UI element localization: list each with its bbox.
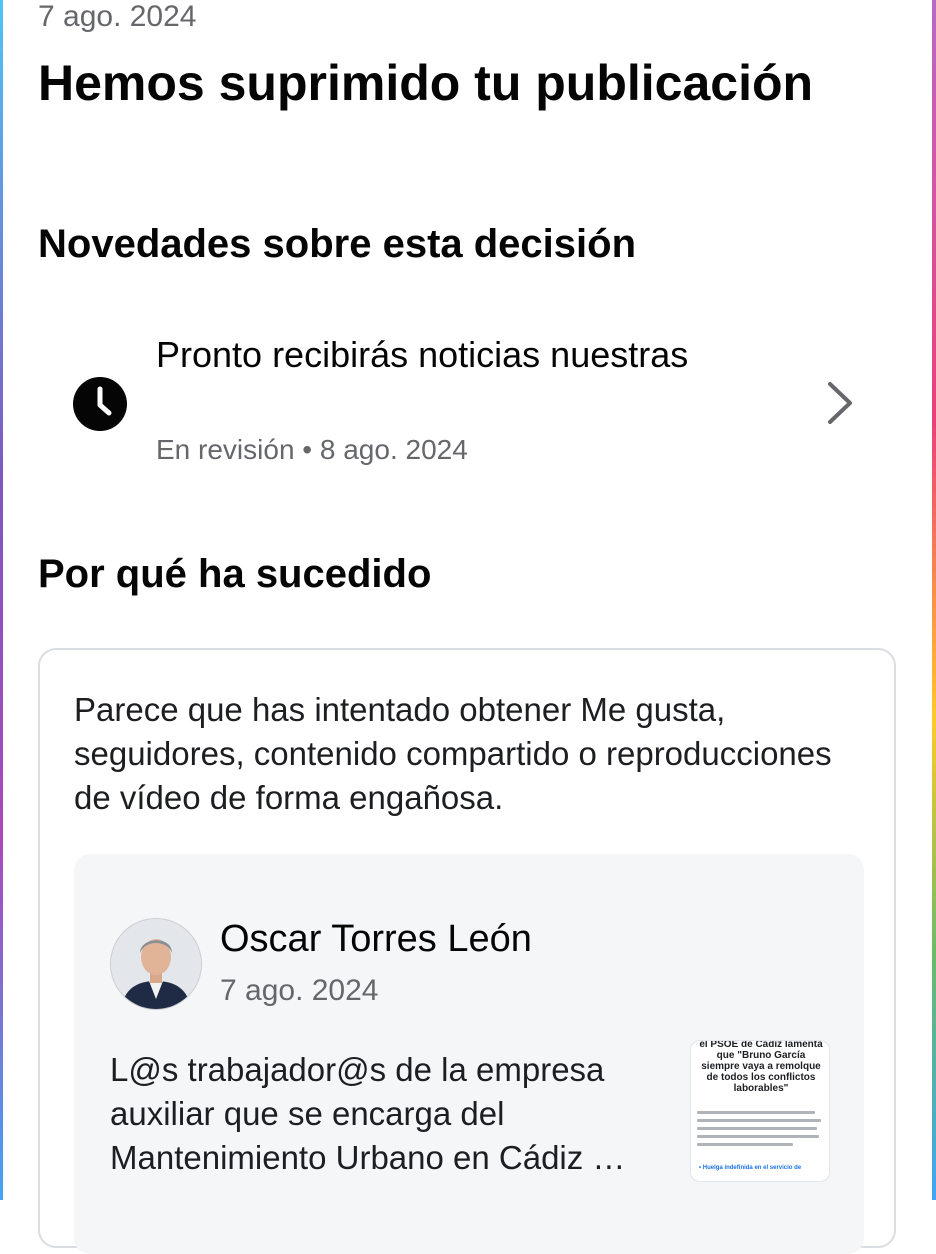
post-date: 7 ago. 2024	[220, 974, 379, 1007]
clock-icon	[73, 377, 127, 431]
post-text: L@s trabajador@s de la empresa auxiliar …	[110, 1051, 626, 1176]
header-date: 7 ago. 2024	[38, 0, 197, 33]
updates-section-title: Novedades sobre esta decisión	[38, 222, 637, 266]
chevron-right-icon[interactable]	[822, 378, 858, 428]
post-thumbnail[interactable]: el PSOE de Cádiz lamenta que "Bruno Garc…	[690, 1040, 830, 1182]
page-title: Hemos suprimido tu publicación	[38, 55, 814, 111]
avatar	[110, 918, 202, 1010]
removed-post-card[interactable]: Oscar Torres León 7 ago. 2024 L@s trabaj…	[74, 854, 864, 1254]
update-title: Pronto recibirás noticias nuestras	[156, 334, 689, 375]
reason-section-title: Por qué ha sucedido	[38, 552, 432, 596]
post-author-name: Oscar Torres León	[220, 918, 532, 960]
update-status-row[interactable]: Pronto recibirás noticias nuestras En re…	[38, 330, 878, 480]
left-edge-decoration	[0, 0, 3, 1200]
update-subtitle: En revisión • 8 ago. 2024	[156, 434, 468, 465]
right-edge-decoration	[932, 0, 936, 1200]
thumbnail-body-text	[697, 1111, 823, 1151]
thumbnail-headline: el PSOE de Cádiz lamenta que "Bruno Garc…	[699, 1040, 823, 1094]
reason-text: Parece que has intentado obtener Me gust…	[74, 691, 832, 816]
reason-card: Parece que has intentado obtener Me gust…	[38, 648, 896, 1254]
avatar-image	[111, 919, 201, 1009]
thumbnail-link: • Huelga indefinida en el servicio de	[699, 1165, 802, 1171]
